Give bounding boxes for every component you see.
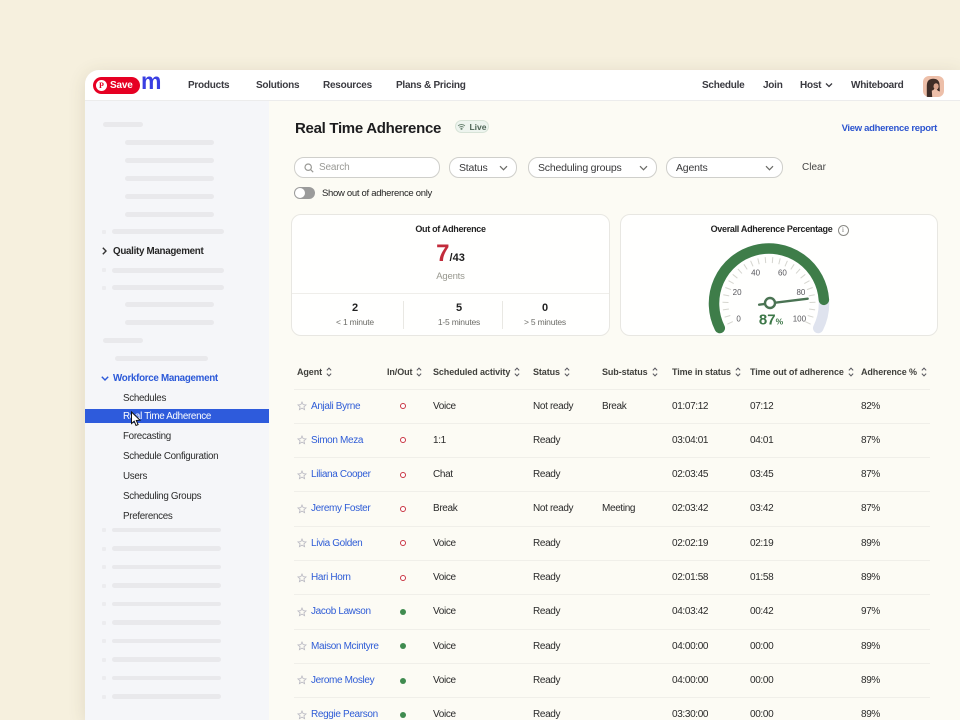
svg-text:100: 100 <box>793 315 807 324</box>
svg-text:60: 60 <box>778 268 787 277</box>
svg-text:0: 0 <box>736 315 741 324</box>
svg-text:80: 80 <box>796 288 805 297</box>
svg-text:40: 40 <box>751 268 760 277</box>
svg-text:20: 20 <box>733 288 742 297</box>
svg-text:87%: 87% <box>759 312 784 329</box>
